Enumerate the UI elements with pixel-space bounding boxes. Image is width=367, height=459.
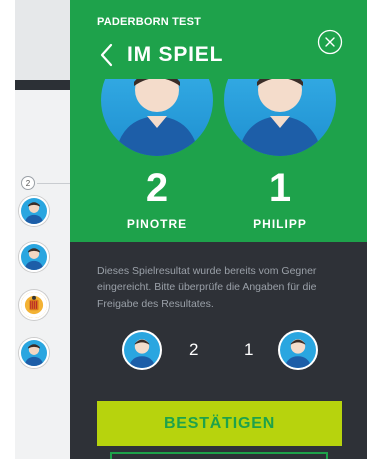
player-score-right: 1 — [268, 166, 292, 210]
confirm-button[interactable]: BESTÄTIGEN — [97, 401, 342, 446]
list-avatar-icon[interactable] — [19, 242, 49, 272]
summary-score-right: 1 — [244, 340, 254, 359]
close-circle-icon[interactable] — [317, 29, 343, 55]
player-name-right: PHILIPP — [253, 217, 307, 231]
background-divider-bar — [15, 80, 75, 90]
match-header: PADERBORN TEST IM SPIEL 2 1 PINOTRE PHIL… — [70, 0, 367, 242]
player-name-left: PINOTRE — [126, 217, 188, 231]
list-avatar-icon[interactable] — [19, 338, 49, 368]
match-subtitle: PADERBORN TEST — [97, 16, 202, 28]
info-message: Dieses Spielresultat wurde bereits vom G… — [97, 265, 317, 310]
mini-avatar-icon — [122, 330, 162, 370]
left-margin — [0, 0, 15, 459]
summary-score-left: 2 — [189, 340, 199, 359]
result-summary: 2 1 — [122, 330, 322, 370]
match-result-panel: PADERBORN TEST IM SPIEL 2 1 PINOTRE PHIL… — [70, 0, 367, 459]
page-title: IM SPIEL — [127, 43, 224, 66]
background-header — [15, 0, 75, 80]
secondary-button[interactable] — [110, 452, 328, 459]
back-chevron-icon[interactable] — [97, 42, 117, 68]
list-avatar-icon[interactable] — [19, 196, 49, 226]
player-score-left: 2 — [145, 166, 169, 210]
background-app: 2 — [15, 0, 75, 459]
club-crest-icon[interactable] — [19, 290, 49, 320]
mini-avatar-icon — [278, 330, 318, 370]
background-count-badge: 2 — [21, 176, 35, 190]
